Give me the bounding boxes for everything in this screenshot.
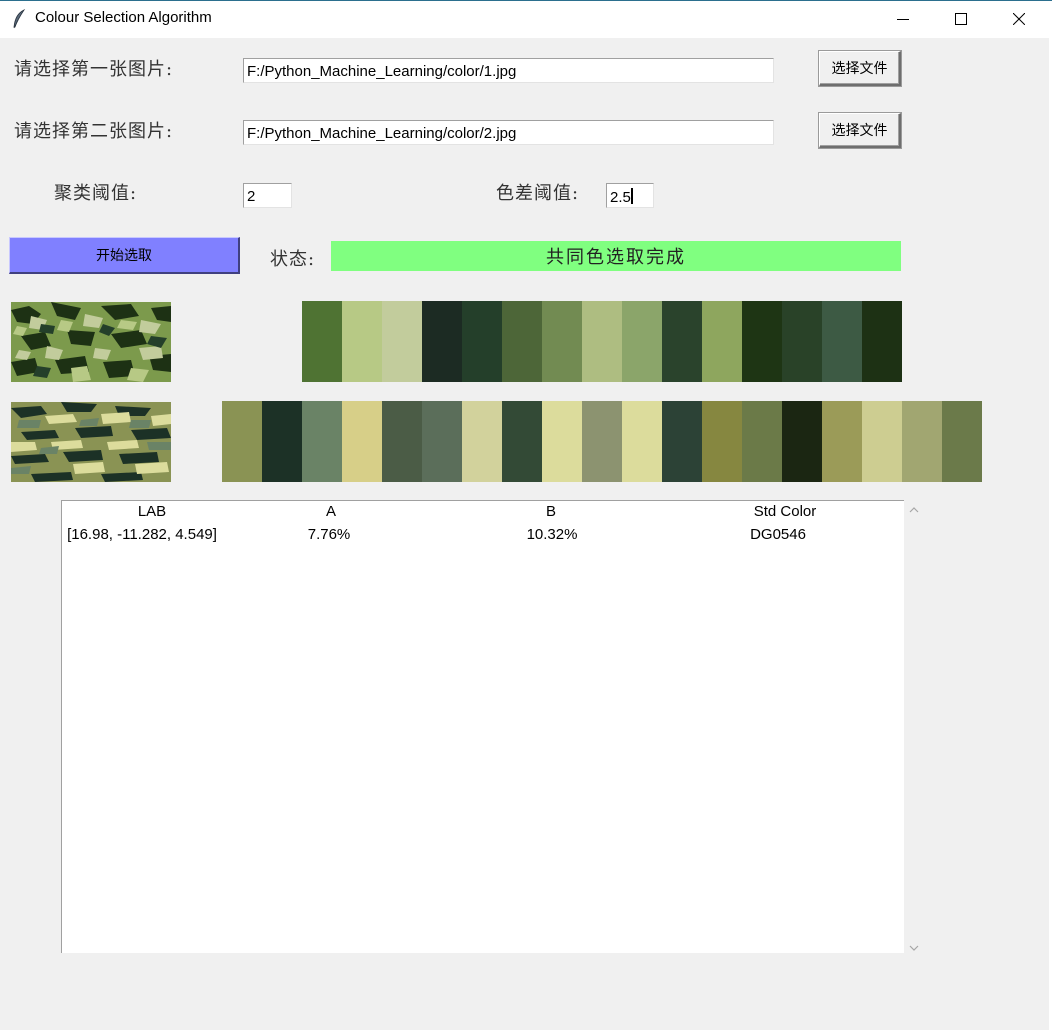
color-swatch — [422, 301, 462, 382]
color-swatch — [342, 301, 382, 382]
color-diff-threshold-label: 色差阈值: — [496, 183, 580, 204]
first-image-thumbnail — [11, 302, 171, 382]
result-listbox[interactable]: LAB A B Std Color [16.98, -11.282, 4.549… — [61, 500, 904, 953]
header-b: B — [545, 503, 557, 520]
second-image-palette — [222, 401, 982, 482]
second-image-path-field[interactable]: F:/Python_Machine_Learning/color/2.jpg — [243, 120, 774, 145]
header-lab: LAB — [137, 503, 167, 520]
color-swatch — [742, 301, 782, 382]
color-swatch — [662, 301, 702, 382]
maximize-icon — [955, 13, 967, 25]
scroll-down-icon[interactable] — [909, 944, 919, 952]
maximize-button[interactable] — [932, 0, 990, 38]
color-swatch — [822, 301, 862, 382]
color-swatch — [622, 301, 662, 382]
color-swatch — [822, 401, 862, 482]
cell-b: 10.32% — [526, 526, 578, 543]
header-a: A — [325, 503, 337, 520]
color-swatch — [502, 401, 542, 482]
scroll-up-icon[interactable] — [909, 506, 919, 514]
color-swatch — [542, 401, 582, 482]
color-swatch — [302, 301, 342, 382]
color-swatch — [902, 401, 942, 482]
close-icon — [1013, 13, 1025, 25]
color-swatch — [542, 301, 582, 382]
color-swatch — [582, 401, 622, 482]
minimize-button[interactable] — [874, 0, 932, 38]
color-swatch — [742, 401, 782, 482]
color-diff-value: 2.5 — [610, 189, 631, 206]
status-indicator: 共同色选取完成 — [331, 241, 901, 271]
start-selection-button[interactable]: 开始选取 — [9, 237, 240, 274]
color-swatch — [302, 401, 342, 482]
color-diff-threshold-field[interactable]: 2.5 — [606, 183, 654, 208]
cell-lab: [16.98, -11.282, 4.549] — [67, 526, 217, 543]
vertical-scrollbar[interactable] — [906, 500, 926, 958]
close-button[interactable] — [990, 0, 1048, 38]
minimize-icon — [897, 19, 909, 20]
color-swatch — [382, 401, 422, 482]
color-swatch — [382, 301, 422, 382]
color-swatch — [862, 401, 902, 482]
color-swatch — [702, 401, 742, 482]
color-swatch — [422, 401, 462, 482]
cluster-threshold-field[interactable]: 2 — [243, 183, 292, 208]
second-image-thumbnail — [11, 402, 171, 482]
color-swatch — [702, 301, 742, 382]
browse-first-button[interactable]: 选择文件 — [819, 51, 901, 86]
color-swatch — [462, 401, 502, 482]
first-image-path-field[interactable]: F:/Python_Machine_Learning/color/1.jpg — [243, 58, 774, 83]
text-cursor — [630, 188, 633, 204]
color-swatch — [782, 401, 822, 482]
color-swatch — [262, 401, 302, 482]
color-swatch — [222, 401, 262, 482]
first-image-label: 请选择第一张图片: — [14, 59, 174, 80]
window-title: Colour Selection Algorithm — [35, 9, 212, 26]
cell-std-color: DG0546 — [750, 526, 806, 543]
color-swatch — [342, 401, 382, 482]
color-swatch — [502, 301, 542, 382]
color-swatch — [582, 301, 622, 382]
color-swatch — [942, 401, 982, 482]
feather-icon — [12, 8, 26, 29]
browse-second-button[interactable]: 选择文件 — [819, 113, 901, 148]
color-swatch — [782, 301, 822, 382]
color-swatch — [862, 301, 902, 382]
color-swatch — [622, 401, 662, 482]
color-swatch — [462, 301, 502, 382]
cluster-threshold-label: 聚类阈值: — [54, 183, 138, 204]
status-label: 状态: — [270, 249, 316, 270]
cell-a: 7.76% — [307, 526, 351, 543]
first-image-palette — [302, 301, 902, 382]
header-std-color: Std Color — [753, 503, 817, 520]
second-image-label: 请选择第二张图片: — [14, 121, 174, 142]
color-swatch — [662, 401, 702, 482]
